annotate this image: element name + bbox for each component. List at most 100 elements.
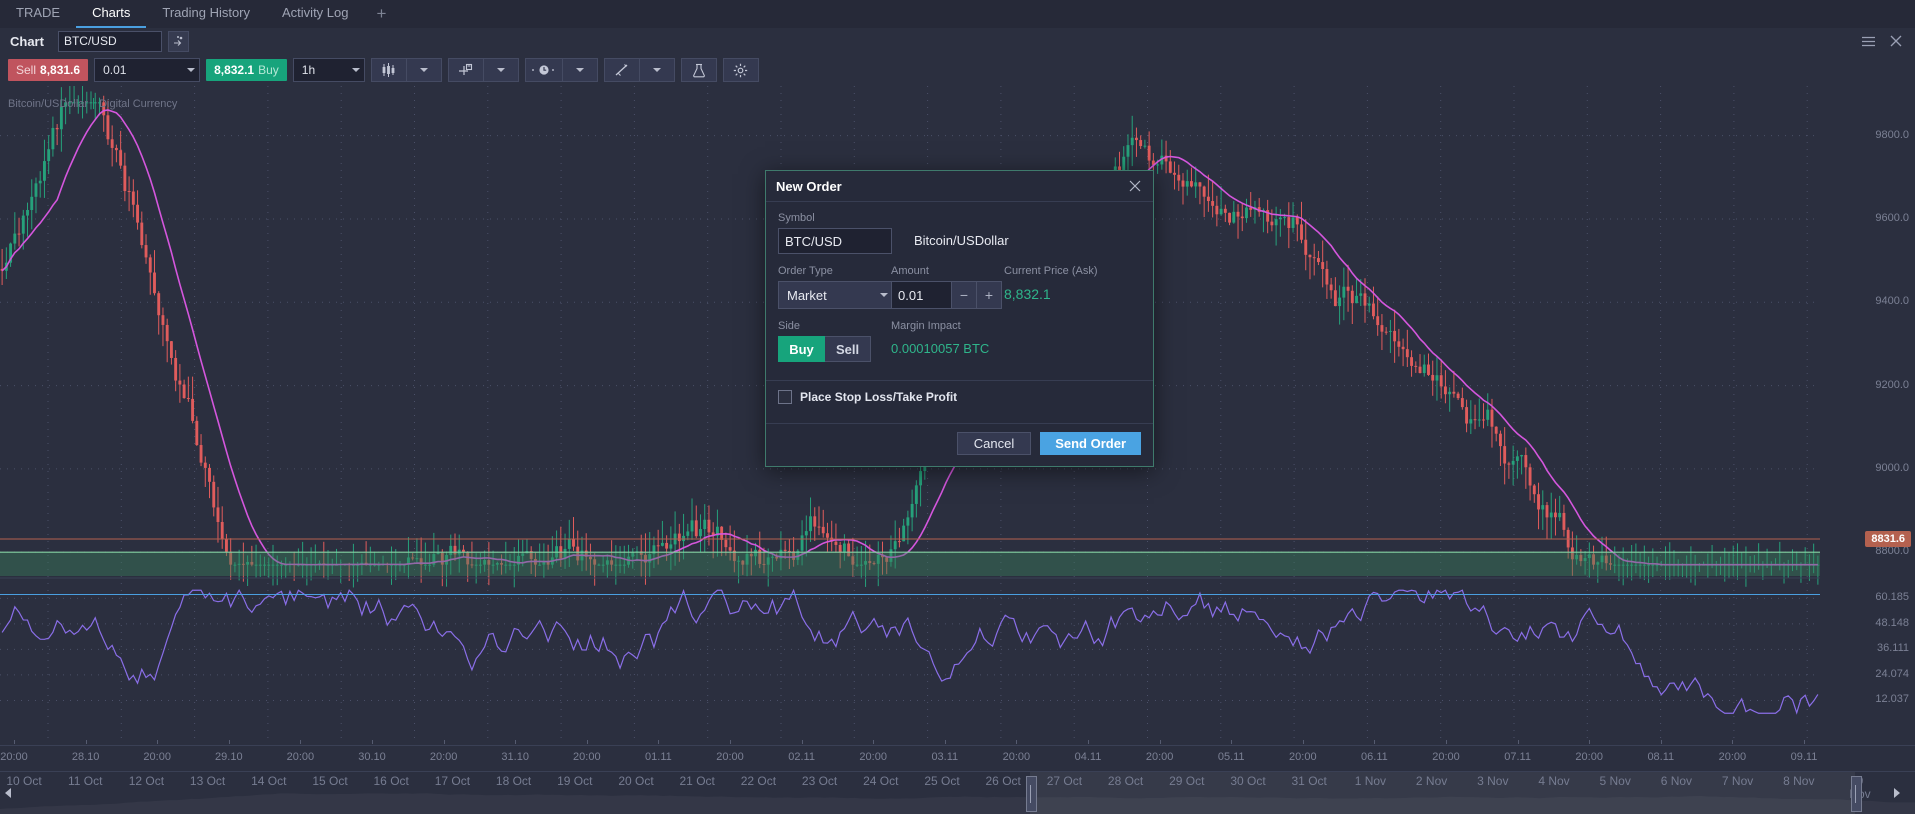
tab-activity-log[interactable]: Activity Log [266,0,364,28]
sltp-checkbox[interactable] [778,390,792,404]
price-tick-label: 9000.0 [1875,462,1909,474]
close-icon[interactable] [1889,34,1903,48]
cancel-button[interactable]: Cancel [957,432,1031,455]
time-tick [372,740,373,744]
crosshair-marker-icon[interactable] [448,58,483,82]
side-sell-button[interactable]: Sell [825,336,871,362]
navigator-date-label: 13 Oct [190,775,225,788]
line-tool-dropdown[interactable] [639,58,675,82]
tab-trading-history[interactable]: Trading History [146,0,266,28]
buy-price-button[interactable]: 8,832.1 Buy [206,59,287,81]
timeframe-select[interactable]: 1h [293,58,365,82]
symbol-input[interactable] [58,31,162,52]
time-tick-label: 20:00 [1146,751,1174,763]
sell-price-button[interactable]: Sell 8,831.6 [8,59,88,81]
flask-indicator-icon[interactable] [681,58,717,82]
navigator-date-label: 27 Oct [1047,775,1082,788]
navigator-date-label: 12 Oct [129,775,164,788]
time-tick [14,740,15,744]
side-buy-button[interactable]: Buy [778,336,825,362]
time-tick-label: 02.11 [788,751,815,763]
navigator-date-label: 20 Oct [618,775,653,788]
hamburger-menu-icon[interactable] [1861,34,1875,48]
chart-navigator[interactable]: 10 Oct11 Oct12 Oct13 Oct14 Oct15 Oct16 O… [0,771,1915,814]
chart-header-bar: Chart [0,28,1915,55]
order-type-select[interactable]: Market [778,281,894,309]
amount-increment-button[interactable]: + [976,282,1001,308]
indicator-tick-label: 12.037 [1875,693,1909,705]
time-tick [587,740,588,744]
price-tick-label: 9400.0 [1875,295,1909,307]
navigator-date-label: 6 Nov [1661,775,1692,788]
time-tick-label: 08.11 [1647,751,1674,763]
symbol-row: Bitcoin/USDollar [778,228,1141,254]
sltp-row[interactable]: Place Stop Loss/Take Profit [766,381,1153,413]
time-tick [873,740,874,744]
time-tick-label: 09.11 [1791,751,1818,763]
price-axis[interactable]: 9800.09600.09400.09200.09000.08800.060.1… [1820,86,1915,745]
navigator-handle-right[interactable] [1851,776,1862,812]
navigator-date-label: 16 Oct [374,775,409,788]
tab-charts[interactable]: Charts [76,0,146,28]
side-cell: Buy Sell [778,336,891,362]
time-tick [300,740,301,744]
navigator-date-label: 2 Nov [1416,775,1447,788]
price-tick-label: 9200.0 [1875,379,1909,391]
send-order-button[interactable]: Send Order [1040,432,1141,455]
time-axis[interactable]: 20:0028.1020:0029.1020:0030.1020:0031.10… [0,745,1915,772]
tab-trade[interactable]: TRADE [0,0,76,28]
gear-icon[interactable] [723,58,759,82]
time-tick-label: 20:00 [1719,751,1747,763]
swap-symbol-icon[interactable] [168,31,189,52]
time-tick [802,740,803,744]
time-tick [1446,740,1447,744]
time-tick-label: 29.10 [215,751,243,763]
chevron-down-icon [880,293,888,297]
time-tick [1231,740,1232,744]
navigator-date-label: 31 Oct [1292,775,1327,788]
current-price-tag[interactable]: 8831.6 [1865,531,1911,547]
navigator-date-label: 23 Oct [802,775,837,788]
close-icon[interactable] [1127,178,1143,194]
dialog-symbol-input[interactable] [778,228,892,254]
chevron-down-icon [187,68,195,72]
order-type-cell: Market [778,281,891,309]
time-tick [1732,740,1733,744]
chart-legend-subtitle: Digital Currency [99,98,177,110]
symbol-full-name: Bitcoin/USDollar [914,228,1009,254]
chart-legend: Bitcoin/USDollarDigital Currency [8,98,177,110]
indicator-tick-label: 36.111 [1877,642,1909,654]
add-tab-button[interactable]: + [365,1,399,28]
chevron-down-icon [576,68,584,72]
quantity-select[interactable]: 0.01 [94,58,200,82]
chart-toolbar: Sell 8,831.6 0.01 8,832.1 Buy 1h [0,54,1915,86]
chart-type-dropdown[interactable] [406,58,442,82]
time-tick-label: 20:00 [1575,751,1603,763]
time-tick-label: 20:00 [573,751,601,763]
amount-decrement-button[interactable]: − [951,282,976,308]
time-tick-label: 20:00 [143,751,171,763]
navigator-handle-left[interactable] [1026,776,1037,812]
dialog-footer: Cancel Send Order [766,424,1153,466]
clock-marker-icon[interactable] [525,58,562,82]
main-tab-bar: TRADE Charts Trading History Activity Lo… [0,0,1915,29]
trendline-icon[interactable] [604,58,639,82]
navigator-date-label: 3 Nov [1477,775,1508,788]
trading-platform-window: TRADE Charts Trading History Activity Lo… [0,0,1915,813]
price-tick-label: 9600.0 [1875,212,1909,224]
time-tick [1804,740,1805,744]
time-tool-dropdown[interactable] [562,58,598,82]
chart-label: Chart [10,34,44,49]
navigator-date-label: 7 Nov [1722,775,1753,788]
amount-input[interactable] [892,282,951,308]
chevron-down-icon [497,68,505,72]
time-tick [1518,740,1519,744]
time-tick [1160,740,1161,744]
line-tool-group [604,58,675,82]
candlestick-icon[interactable] [371,58,406,82]
time-tick-label: 20:00 [287,751,315,763]
indicator-tick-label: 24.074 [1875,668,1909,680]
navigator-left-arrow[interactable] [4,786,12,804]
navigator-right-arrow[interactable] [1893,786,1901,804]
drawing-tool-dropdown[interactable] [483,58,519,82]
